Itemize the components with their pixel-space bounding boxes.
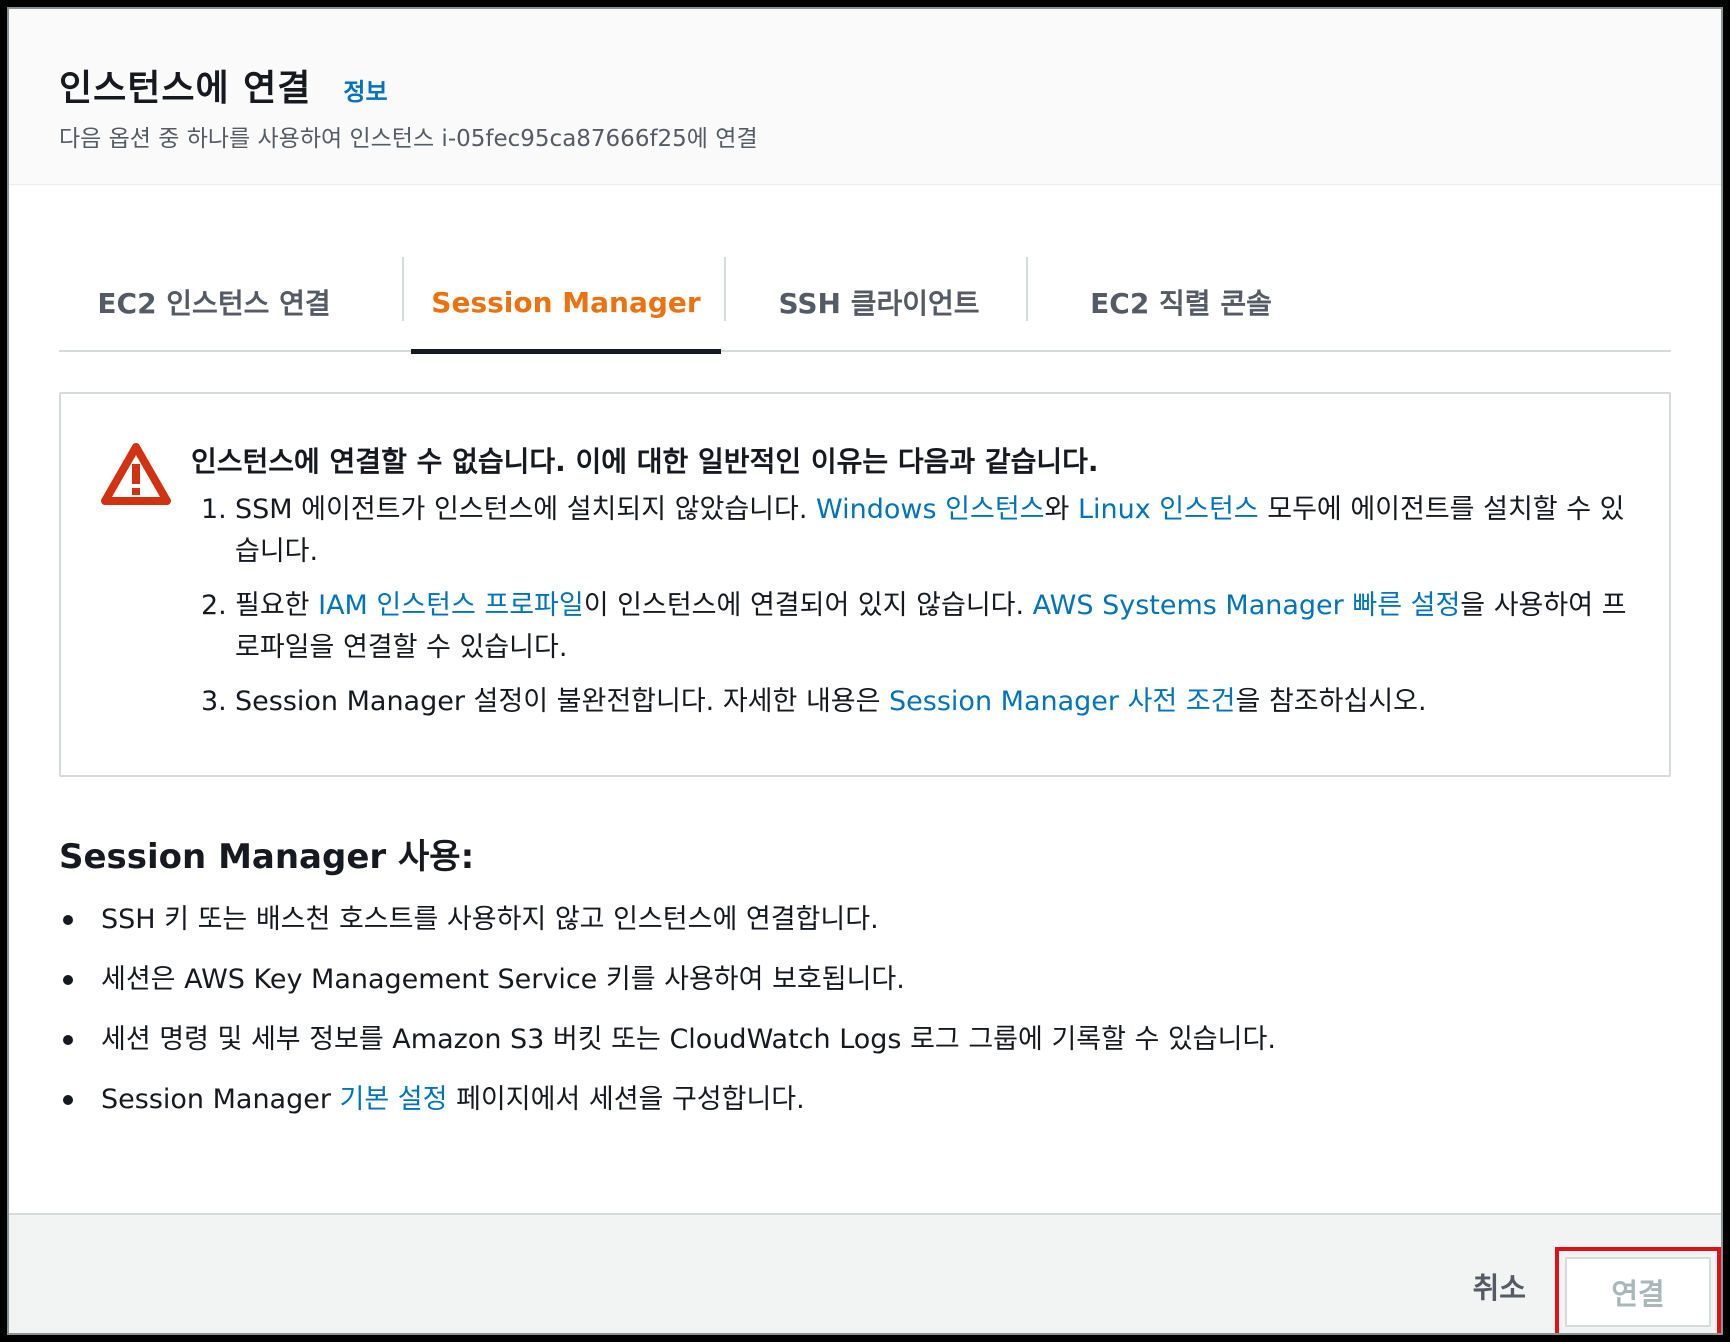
reason-text: SSM 에이전트가 인스턴스에 설치되지 않았습니다. [235, 494, 817, 525]
bullet-icon [63, 975, 73, 985]
warning-triangle-icon [101, 443, 171, 505]
preferences-link[interactable]: 기본 설정 [340, 1084, 448, 1115]
cancel-button[interactable]: 취소 [1473, 1265, 1526, 1307]
reason-text: 을 참조하십시오. [1235, 686, 1427, 717]
usage-text: 세션 명령 및 세부 정보를 Amazon S3 버킷 또는 CloudWatc… [101, 1024, 1276, 1055]
usage-heading: Session Manager 사용: [59, 837, 475, 877]
info-link[interactable]: 정보 [343, 72, 387, 107]
tab-ec2-instance-connect[interactable]: EC2 인스턴스 연결 [59, 252, 369, 352]
tab-ssh-client[interactable]: SSH 클라이언트 [729, 252, 1029, 352]
connect-button[interactable]: 연결 [1565, 1257, 1711, 1327]
connection-method-tabs: EC2 인스턴스 연결 Session Manager SSH 클라이언트 EC… [59, 252, 1671, 354]
dialog-footer: 취소 연결 [9, 1213, 1721, 1333]
list-item: 세션은 AWS Key Management Service 키를 사용하여 보… [59, 959, 1276, 1019]
connect-to-instance-dialog: 인스턴스에 연결 정보 다음 옵션 중 하나를 사용하여 인스턴스 i-05fe… [7, 7, 1723, 1335]
systems-manager-quick-setup-link[interactable]: AWS Systems Manager 빠른 설정 [1033, 590, 1461, 621]
alert-reason-text: SSM 에이전트가 인스턴스에 설치되지 않았습니다. Windows 인스턴스… [235, 489, 1641, 573]
usage-text: 페이지에서 세션을 구성합니다. [447, 1084, 805, 1115]
windows-instance-link[interactable]: Windows 인스턴스 [816, 494, 1044, 525]
list-number: 1. [201, 494, 227, 525]
reason-text: 와 [1044, 494, 1078, 525]
usage-text: 세션은 AWS Key Management Service 키를 사용하여 보… [101, 964, 905, 995]
alert-reason-item: 1. SSM 에이전트가 인스턴스에 설치되지 않았습니다. Windows 인… [201, 489, 1641, 573]
list-item: 세션 명령 및 세부 정보를 Amazon S3 버킷 또는 CloudWatc… [59, 1019, 1276, 1079]
linux-instance-link[interactable]: Linux 인스턴스 [1078, 494, 1259, 525]
tab-ec2-serial-console[interactable]: EC2 직렬 콘솔 [1031, 252, 1331, 352]
alert-title: 인스턴스에 연결할 수 없습니다. 이에 대한 일반적인 이유는 다음과 같습니… [191, 445, 1099, 478]
page-subtitle: 다음 옵션 중 하나를 사용하여 인스턴스 i-05fec95ca87666f2… [59, 126, 758, 152]
alert-reason-text: 필요한 IAM 인스턴스 프로파일이 인스턴스에 연결되어 있지 않습니다. A… [235, 585, 1641, 669]
bullet-icon [63, 1035, 73, 1045]
usage-text: SSH 키 또는 배스천 호스트를 사용하지 않고 인스턴스에 연결합니다. [101, 904, 879, 935]
reason-text: Session Manager 설정이 불완전합니다. 자세한 내용은 [235, 686, 890, 717]
usage-list: SSH 키 또는 배스천 호스트를 사용하지 않고 인스턴스에 연결합니다. 세… [59, 899, 1276, 1139]
reason-text: 이 인스턴스에 연결되어 있지 않습니다. [583, 590, 1033, 621]
page-title: 인스턴스에 연결 [59, 68, 312, 109]
list-number: 3. [201, 686, 227, 717]
tab-session-manager[interactable]: Session Manager [407, 252, 725, 354]
bullet-icon [63, 1095, 73, 1105]
iam-instance-profile-link[interactable]: IAM 인스턴스 프로파일 [318, 590, 584, 621]
list-item: SSH 키 또는 배스천 호스트를 사용하지 않고 인스턴스에 연결합니다. [59, 899, 1276, 959]
dialog-header: 인스턴스에 연결 정보 다음 옵션 중 하나를 사용하여 인스턴스 i-05fe… [9, 9, 1721, 185]
list-item: Session Manager 기본 설정 페이지에서 세션을 구성합니다. [59, 1079, 1276, 1139]
session-manager-prerequisites-link[interactable]: Session Manager 사전 조건 [889, 686, 1235, 717]
reason-text: 필요한 [235, 590, 319, 621]
tab-separator [402, 257, 404, 321]
alert-reason-item: 2. 필요한 IAM 인스턴스 프로파일이 인스턴스에 연결되어 있지 않습니다… [201, 585, 1641, 669]
bullet-icon [63, 915, 73, 925]
warning-alert: 인스턴스에 연결할 수 없습니다. 이에 대한 일반적인 이유는 다음과 같습니… [59, 392, 1671, 777]
title-row: 인스턴스에 연결 정보 [59, 59, 388, 111]
alert-reason-item: 3. Session Manager 설정이 불완전합니다. 자세한 내용은 S… [201, 681, 1641, 723]
usage-text: Session Manager [101, 1084, 340, 1115]
alert-reasons-list: 1. SSM 에이전트가 인스턴스에 설치되지 않았습니다. Windows 인… [201, 489, 1641, 735]
tab-separator [724, 257, 726, 321]
alert-reason-text: Session Manager 설정이 불완전합니다. 자세한 내용은 Sess… [235, 681, 1641, 723]
tab-separator [1026, 257, 1028, 321]
list-number: 2. [201, 590, 227, 621]
